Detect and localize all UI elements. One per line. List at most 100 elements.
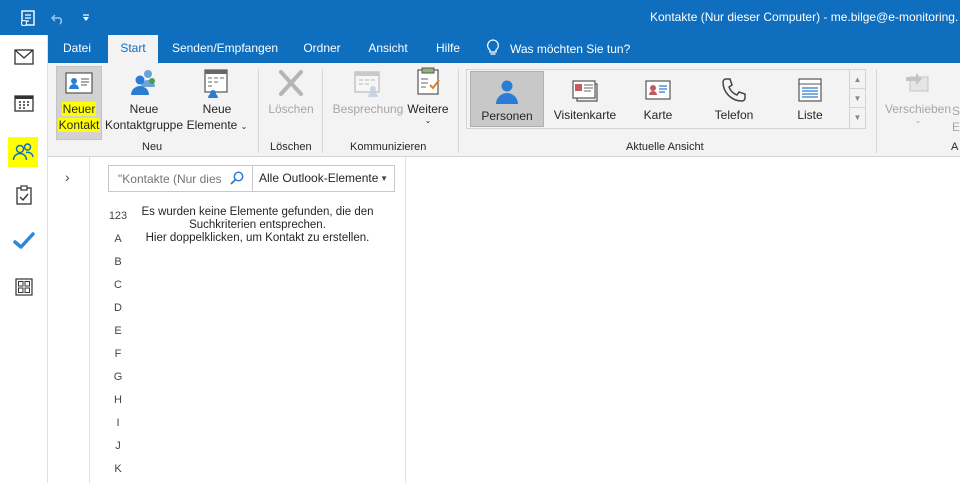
new-contact-label-2: Kontakt <box>57 118 101 132</box>
group-separator <box>876 69 877 153</box>
lightbulb-icon <box>486 38 500 60</box>
alphabet-index: 123 A B C D E F G H I J K <box>108 210 128 483</box>
index-letter[interactable]: 123 <box>108 210 128 233</box>
tab-hilfe[interactable]: Hilfe <box>428 35 468 63</box>
group-separator <box>258 69 259 153</box>
search-scope-dropdown[interactable]: Alle Outlook-Elemente ▼ <box>252 165 395 192</box>
index-letter[interactable]: C <box>108 279 128 302</box>
index-letter[interactable]: K <box>108 463 128 483</box>
new-contact-button[interactable]: Neuer Kontakt <box>56 66 102 140</box>
meeting-label: Besprechung <box>332 102 404 116</box>
group-label-neu: Neu <box>142 141 163 153</box>
group-label-kommunizieren: Kommunizieren <box>350 141 427 153</box>
search-box[interactable] <box>108 165 253 192</box>
tell-me-text: Was möchten Sie tun? <box>510 42 631 56</box>
todo-check-icon[interactable] <box>12 229 36 253</box>
current-view-gallery: Personen Visitenkarte Karte Telefon List… <box>466 69 866 129</box>
tab-ordner[interactable]: Ordner <box>296 35 348 63</box>
calendar-icon[interactable] <box>12 91 36 115</box>
new-items-label-2: Elemente <box>186 118 238 132</box>
group-label-aktuelle-ansicht: Aktuelle Ansicht <box>626 141 704 153</box>
new-items-label-1: Neue <box>202 102 232 116</box>
tab-senden-empfangen[interactable]: Senden/Empfangen <box>168 35 282 63</box>
index-letter[interactable]: A <box>108 233 128 256</box>
reading-pane <box>406 157 960 483</box>
new-group-label-1: Neue <box>129 102 159 116</box>
apps-icon[interactable] <box>12 275 36 299</box>
view-liste[interactable]: Liste <box>773 71 847 127</box>
group-separator <box>322 69 323 153</box>
index-letter[interactable]: B <box>108 256 128 279</box>
partial-label-s: S <box>952 104 960 118</box>
index-letter[interactable]: D <box>108 302 128 325</box>
empty-message-line-1: Es wurden keine Elemente gefunden, die d… <box>141 206 374 218</box>
empty-list-message[interactable]: Es wurden keine Elemente gefunden, die d… <box>130 206 385 245</box>
ribbon: Neuer Kontakt Neue Kontaktgruppe Neue El… <box>48 63 960 157</box>
tab-start[interactable]: Start <box>108 35 158 63</box>
people-icon[interactable] <box>8 137 38 167</box>
new-contact-group-button[interactable]: Neue Kontaktgruppe <box>104 67 184 133</box>
title-bar: Kontakte (Nur dieser Computer) - me.bilg… <box>0 0 960 35</box>
undo-icon[interactable] <box>48 8 68 28</box>
search-input[interactable] <box>109 166 221 191</box>
index-letter[interactable]: E <box>108 325 128 348</box>
move-button[interactable]: Verschieben ⌄ <box>884 67 952 125</box>
chevron-down-icon: ▼ <box>380 174 388 183</box>
view-liste-label: Liste <box>797 108 823 122</box>
search-scope-value: Alle Outlook-Elemente <box>259 171 379 185</box>
delete-button[interactable]: Löschen <box>264 67 318 117</box>
tasks-icon[interactable] <box>12 183 36 207</box>
view-personen-label: Personen <box>481 109 533 123</box>
new-items-icon <box>201 67 233 99</box>
partial-label-e: E <box>952 120 960 134</box>
gallery-scroll: ▲ ▼ ▼ <box>849 70 865 128</box>
new-group-label-2: Kontaktgruppe <box>104 118 184 132</box>
contact-list-pane[interactable]: Alle Outlook-Elemente ▼ 123 A B C D E F … <box>90 157 406 483</box>
list-icon <box>796 76 824 104</box>
more-label: Weitere <box>407 102 449 116</box>
more-clipboard-icon <box>412 67 444 99</box>
gallery-more-icon[interactable]: ▼ <box>850 108 865 127</box>
folder-pane-collapsed: › <box>48 157 90 483</box>
chevron-down-icon: ⌄ <box>424 116 432 125</box>
view-personen[interactable]: Personen <box>470 71 544 127</box>
tab-datei[interactable]: Datei <box>56 35 98 63</box>
index-letter[interactable]: H <box>108 394 128 417</box>
tell-me-box[interactable]: Was möchten Sie tun? <box>486 35 630 63</box>
contact-group-icon <box>128 67 160 99</box>
group-separator <box>458 69 459 153</box>
customize-quick-access-icon[interactable] <box>76 8 96 28</box>
view-telefon[interactable]: Telefon <box>697 71 771 127</box>
ribbon-tabs: Datei Start Senden/Empfangen Ordner Ansi… <box>0 35 960 63</box>
move-folder-icon <box>902 67 934 99</box>
expand-chevron-icon[interactable]: › <box>65 169 70 185</box>
empty-message-line-2: Suchkriterien entsprechen. <box>189 219 326 231</box>
new-items-button[interactable]: Neue Elemente ⌄ <box>184 67 250 135</box>
view-telefon-label: Telefon <box>714 108 754 122</box>
index-letter[interactable]: F <box>108 348 128 371</box>
gallery-up-icon[interactable]: ▲ <box>850 70 865 89</box>
search-icon[interactable] <box>230 171 244 188</box>
tab-ansicht[interactable]: Ansicht <box>362 35 414 63</box>
new-contact-label-1: Neuer <box>61 102 97 116</box>
mail-icon[interactable] <box>12 45 36 69</box>
view-visitenkarte[interactable]: Visitenkarte <box>547 71 623 127</box>
window-title: Kontakte (Nur dieser Computer) - me.bilg… <box>650 10 959 24</box>
view-karte[interactable]: Karte <box>625 71 691 127</box>
more-button[interactable]: Weitere ⌄ <box>406 67 450 125</box>
view-karte-label: Karte <box>643 108 673 122</box>
phone-icon <box>720 76 748 104</box>
group-label-aktionen: A <box>951 141 959 153</box>
index-letter[interactable]: I <box>108 417 128 440</box>
partial-button[interactable]: S E <box>952 103 960 135</box>
gallery-down-icon[interactable]: ▼ <box>850 89 865 108</box>
outlook-sync-icon[interactable] <box>18 8 38 28</box>
navigation-bar <box>0 35 48 483</box>
index-letter[interactable]: J <box>108 440 128 463</box>
meeting-calendar-icon <box>352 67 384 99</box>
business-card-icon <box>571 76 599 104</box>
index-letter[interactable]: G <box>108 371 128 394</box>
view-visitenkarte-label: Visitenkarte <box>553 108 617 122</box>
meeting-button[interactable]: Besprechung <box>330 67 406 117</box>
group-label-loeschen: Löschen <box>270 141 312 153</box>
